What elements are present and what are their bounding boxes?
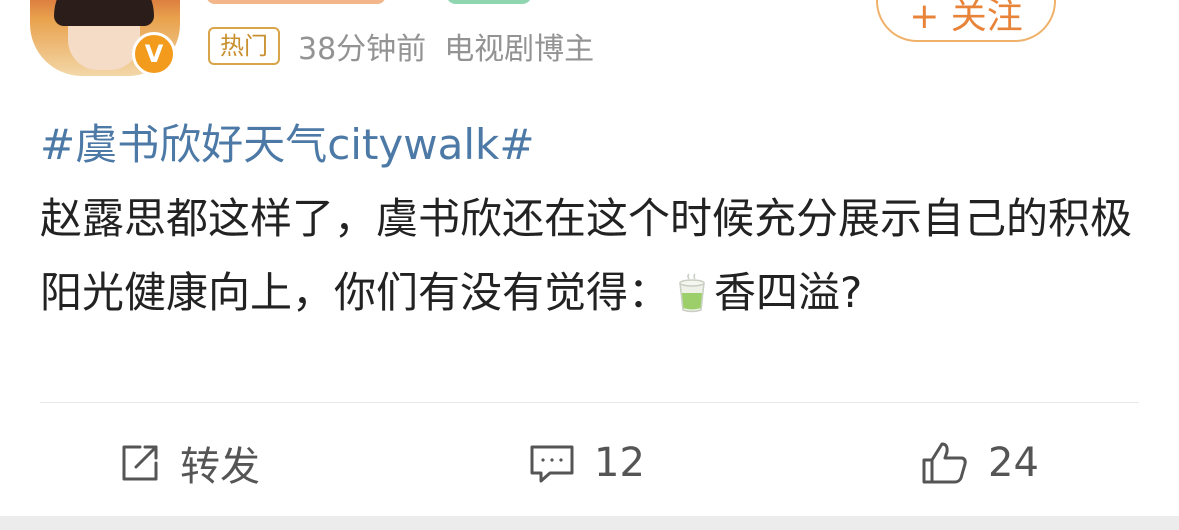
post-text-2: 香四溢? bbox=[714, 268, 863, 317]
username-cropped[interactable] bbox=[206, 0, 386, 4]
thumbs-up-icon bbox=[920, 440, 970, 486]
divider bbox=[40, 402, 1139, 403]
like-count: 24 bbox=[988, 440, 1039, 486]
avatar-hair bbox=[54, 0, 154, 26]
user-type: 电视剧博主 bbox=[444, 32, 595, 67]
tea-cup-icon bbox=[676, 262, 708, 313]
repost-button[interactable]: 转发 bbox=[118, 436, 260, 490]
verified-badge-icon: V bbox=[132, 32, 176, 76]
post-meta: 热门 38分钟前 电视剧博主 bbox=[208, 26, 595, 67]
post-body: #虞书欣好天气citywalk# 赵露思都这样了，虞书欣还在这个时候充分展示自己的… bbox=[40, 108, 1140, 330]
comment-count: 12 bbox=[594, 440, 645, 486]
follow-button[interactable]: + 关注 bbox=[876, 0, 1056, 42]
repost-label: 转发 bbox=[180, 444, 260, 490]
like-button[interactable]: 24 bbox=[920, 436, 1039, 490]
comment-icon bbox=[528, 441, 576, 485]
comment-button[interactable]: 12 bbox=[528, 436, 645, 490]
user-badge-cropped bbox=[446, 0, 532, 4]
repost-icon bbox=[118, 441, 162, 485]
bottom-separator bbox=[0, 516, 1179, 530]
topic-link[interactable]: #虞书欣好天气citywalk# bbox=[40, 108, 1140, 182]
hot-tag: 热门 bbox=[208, 27, 280, 65]
post-text-1: 赵露思都这样了，虞书欣还在这个时候充分展示自己的积极阳光健康向上，你们有没有觉得… bbox=[40, 194, 1133, 317]
post-time: 38分钟前 bbox=[298, 32, 427, 67]
